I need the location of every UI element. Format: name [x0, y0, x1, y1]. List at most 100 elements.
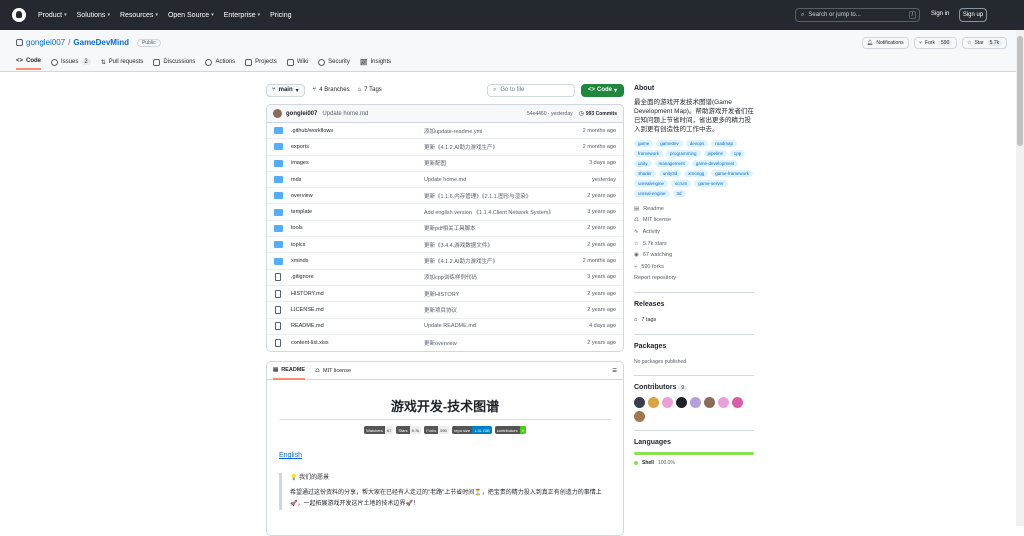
- badge[interactable]: Watchers 67: [364, 426, 394, 435]
- file-name[interactable]: images: [291, 160, 424, 166]
- packages-heading[interactable]: Packages: [634, 343, 754, 350]
- about-link[interactable]: ∿ Activity: [634, 226, 754, 238]
- table-row[interactable]: LICENSE.md 更新项目协议 2 years ago: [267, 302, 623, 319]
- table-row[interactable]: HISTORY.md 更新HISTORY 2 years ago: [267, 286, 623, 303]
- topic-tag[interactable]: pipeline: [703, 150, 728, 157]
- table-row[interactable]: exports 更新《4.1.2.AI助力游戏生产》 2 months ago: [267, 139, 623, 156]
- code-button[interactable]: <> Code ▾: [580, 83, 624, 97]
- tags-link[interactable]: ⌂ 7 Tags: [358, 87, 382, 93]
- file-name[interactable]: HISTORY.md: [291, 291, 424, 297]
- tab-actions[interactable]: Actions: [205, 58, 235, 70]
- topic-tag[interactable]: game-framework: [711, 170, 754, 177]
- topic-tag[interactable]: xmongg: [684, 170, 709, 177]
- nav-pricing[interactable]: Pricing: [270, 12, 291, 19]
- fork-button[interactable]: ⑂ Fork 590: [914, 37, 958, 49]
- commit-message[interactable]: 更新《4.1.2.AI助力游戏生产》: [424, 143, 564, 151]
- sign-in-link[interactable]: Sign in: [931, 11, 949, 17]
- topic-tag[interactable]: programming: [666, 150, 701, 157]
- topic-tag[interactable]: devops: [685, 140, 709, 147]
- commit-message[interactable]: 更新《3.4.4.游戏数据文件》: [424, 241, 564, 249]
- topic-tag[interactable]: unity: [634, 160, 652, 167]
- tab-issues[interactable]: Issues 2: [51, 58, 91, 70]
- topic-tag[interactable]: shader: [634, 170, 656, 177]
- badge[interactable]: Forks 590: [424, 426, 449, 435]
- about-link[interactable]: ⚖ MIT license: [634, 215, 754, 227]
- file-name[interactable]: exports: [291, 144, 424, 150]
- topic-tag[interactable]: cpp: [730, 150, 746, 157]
- about-link[interactable]: ⑂ 590 forks: [634, 261, 754, 273]
- topic-tag[interactable]: scrum: [671, 180, 692, 187]
- file-name[interactable]: tools: [291, 225, 424, 231]
- tab-pull-requests[interactable]: ⇅ Pull requests: [101, 58, 144, 70]
- tab-discussions[interactable]: Discussions: [153, 58, 195, 70]
- branch-select[interactable]: ⑂ main ▾: [266, 83, 305, 97]
- tab-code[interactable]: <> Code: [16, 58, 42, 70]
- sign-up-button[interactable]: Sign up: [959, 8, 987, 22]
- repo-name-link[interactable]: GameDevMind: [73, 38, 129, 47]
- table-row[interactable]: topics 更新《3.4.4.游戏数据文件》 2 years ago: [267, 237, 623, 254]
- file-name[interactable]: .gitignore: [291, 274, 424, 280]
- tab-insights[interactable]: 📈︎ Insights: [360, 58, 391, 70]
- table-row[interactable]: mds Update home.md yesterday: [267, 172, 623, 189]
- search-input[interactable]: ⌕ Search or jump to... /: [795, 8, 920, 22]
- file-name[interactable]: xminds: [291, 258, 424, 264]
- branches-link[interactable]: ⑂ 4 Branches: [313, 87, 350, 93]
- go-to-file-input[interactable]: ⌕ Go to file: [486, 83, 575, 97]
- commit-message[interactable]: 更新配图: [424, 159, 564, 167]
- file-name[interactable]: README.md: [291, 323, 424, 329]
- file-name[interactable]: topics: [291, 242, 424, 248]
- tab-wiki[interactable]: Wiki: [286, 58, 308, 70]
- avatar[interactable]: [690, 397, 701, 409]
- avatar[interactable]: [732, 397, 743, 409]
- language-item[interactable]: Shell 100.0%: [634, 459, 754, 467]
- about-link[interactable]: ◉ 67 watching: [634, 249, 754, 261]
- file-name[interactable]: content-list.xlsx: [291, 340, 424, 346]
- english-link[interactable]: English: [279, 452, 623, 459]
- commit-message[interactable]: 更新《4.1.2.AI助力游戏生产》: [424, 257, 564, 265]
- nav-resources[interactable]: Resources ▾: [120, 12, 158, 19]
- tags-link[interactable]: ⌂ 7 tags: [634, 314, 754, 326]
- commit-message[interactable]: Add english version 《1.1.4.Client Networ…: [424, 208, 564, 216]
- scrollbar-thumb[interactable]: [1017, 36, 1023, 146]
- topic-tag[interactable]: 3d: [672, 190, 686, 197]
- about-link[interactable]: ▤ Readme: [634, 203, 754, 215]
- commit-message[interactable]: 添加update-readme.yml: [424, 127, 564, 135]
- topic-tag[interactable]: gamedev: [656, 140, 683, 147]
- nav-open-source[interactable]: Open Source ▾: [168, 12, 214, 19]
- star-button[interactable]: ☆ Star 5.7k: [962, 37, 1008, 49]
- topic-tag[interactable]: game-server: [694, 180, 728, 187]
- table-row[interactable]: template Add english version 《1.1.4.Clien…: [267, 204, 623, 221]
- commit-message[interactable]: Update home.md: [424, 177, 564, 183]
- file-name[interactable]: .github/workflows: [291, 128, 424, 134]
- commit-message[interactable]: 更新pdf相关工具脚本: [424, 224, 564, 232]
- nav-product[interactable]: Product ▾: [38, 12, 67, 19]
- report-repository-link[interactable]: Report repository: [634, 273, 754, 285]
- topic-tag[interactable]: unity3d: [658, 170, 682, 177]
- tab-license[interactable]: ⚖ MIT license: [315, 362, 351, 380]
- badge[interactable]: contributors 9: [494, 426, 526, 435]
- outline-icon[interactable]: ☰: [612, 368, 617, 374]
- table-row[interactable]: README.md Update README.md 4 days ago: [267, 319, 623, 335]
- commit-message[interactable]: 更新《1.1.6.内存管理》《2.1.1.图形与渲染》: [424, 192, 564, 200]
- table-row[interactable]: overview 更新《1.1.6.内存管理》《2.1.1.图形与渲染》 2 yea…: [267, 188, 623, 205]
- avatar[interactable]: [648, 397, 659, 409]
- table-row[interactable]: content-list.xlsx 更新overview 2 years ago: [267, 335, 623, 351]
- avatar[interactable]: [718, 397, 729, 409]
- badge[interactable]: Stars 5.7k: [396, 426, 422, 435]
- commit-author[interactable]: gonglei007: [286, 111, 317, 117]
- tab-projects[interactable]: Projects: [245, 58, 277, 70]
- table-row[interactable]: tools 更新pdf相关工具脚本 2 years ago: [267, 221, 623, 238]
- commit-message[interactable]: 添加cpp训练样例代码: [424, 273, 564, 281]
- nav-solutions[interactable]: Solutions ▾: [77, 12, 110, 19]
- commit-message[interactable]: 更新HISTORY: [424, 290, 564, 298]
- table-row[interactable]: .github/workflows 添加update-readme.yml 2 mo…: [267, 123, 623, 140]
- commit-message[interactable]: Update home.md: [322, 111, 368, 117]
- table-row[interactable]: xminds 更新《4.1.2.AI助力游戏生产》 2 months ago: [267, 253, 623, 270]
- topic-tag[interactable]: game: [634, 140, 654, 147]
- contributors-heading[interactable]: Contributors 9: [634, 384, 754, 392]
- repo-owner-link[interactable]: gonglei007: [26, 38, 65, 47]
- avatar[interactable]: [273, 109, 282, 118]
- commit-message[interactable]: 更新项目协议: [424, 306, 564, 314]
- avatar[interactable]: [634, 411, 645, 423]
- releases-heading[interactable]: Releases: [634, 301, 754, 308]
